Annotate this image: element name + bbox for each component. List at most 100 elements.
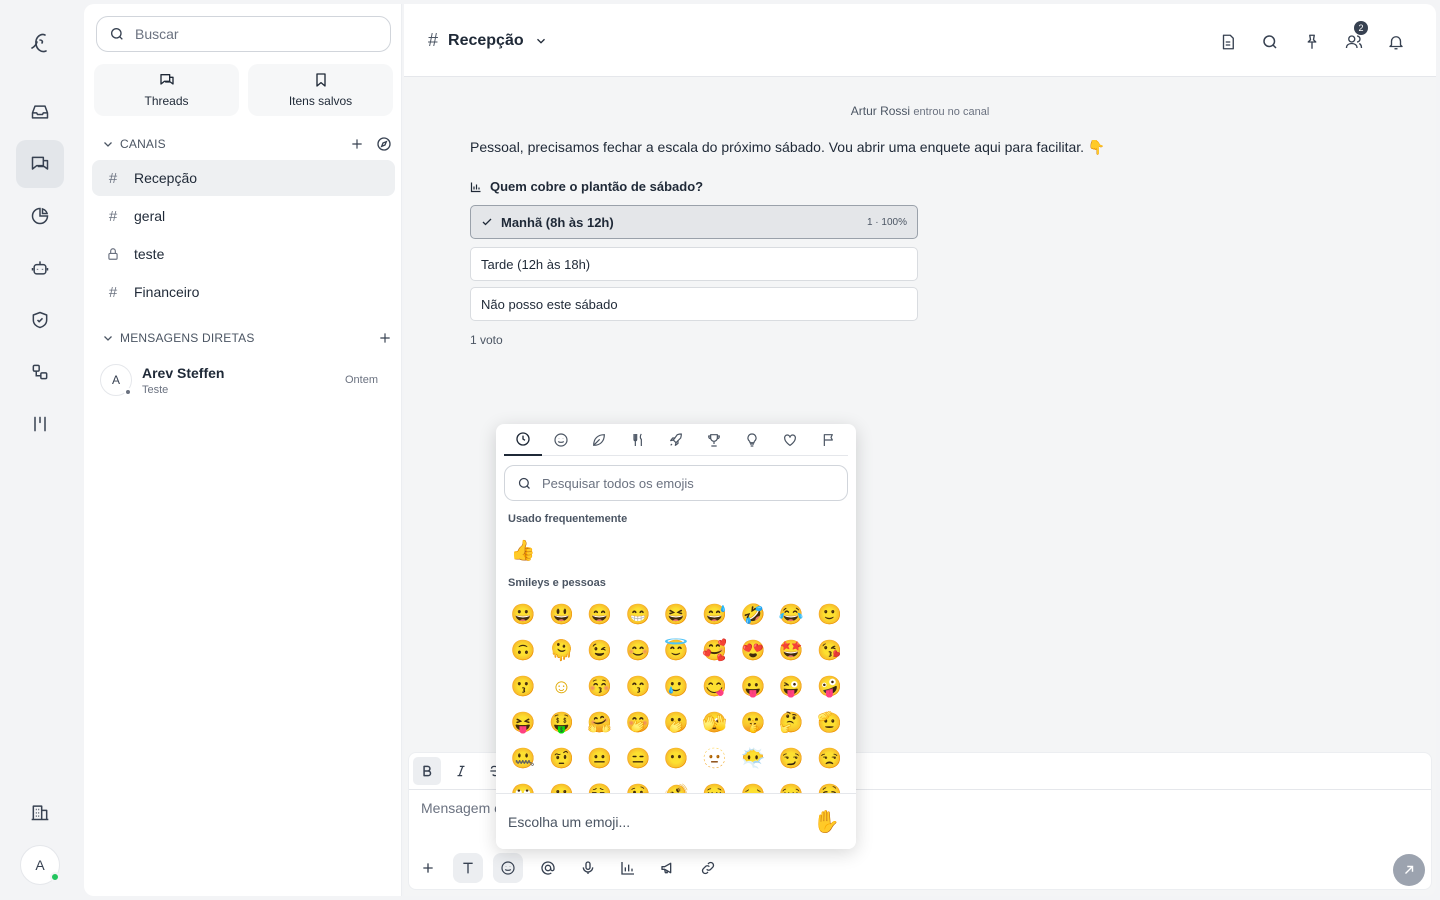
channel-item-teste[interactable]: teste xyxy=(92,236,395,272)
message-input[interactable]: Mensagem e xyxy=(421,800,502,816)
emoji-button[interactable]: 🤔 xyxy=(772,705,810,741)
emoji-button[interactable]: 🤐 xyxy=(504,741,542,777)
emoji-button[interactable]: 🥰 xyxy=(695,633,733,669)
poll-option[interactable]: Manhã (8h às 12h) 1 · 100% xyxy=(470,205,918,239)
smiley-icon[interactable] xyxy=(542,424,580,456)
emoji-button[interactable]: 😘 xyxy=(810,633,848,669)
chats-icon[interactable] xyxy=(16,140,64,188)
emoji-button[interactable]: 🙂 xyxy=(810,597,848,633)
emoji-button[interactable]: 👍 xyxy=(504,533,542,569)
emoji-button[interactable]: 🤪 xyxy=(810,669,848,705)
channel-item-financeiro[interactable]: # Financeiro xyxy=(92,274,395,310)
emoji-button[interactable]: 🫡 xyxy=(810,705,848,741)
emoji-button[interactable]: 😏 xyxy=(772,741,810,777)
send-button[interactable] xyxy=(1393,854,1425,886)
emoji-button[interactable]: 😇 xyxy=(657,633,695,669)
emoji-button[interactable]: 😚 xyxy=(581,669,619,705)
channel-item-geral[interactable]: # geral xyxy=(92,198,395,234)
emoji-button[interactable]: 😅 xyxy=(695,597,733,633)
rocket-icon[interactable] xyxy=(657,424,695,456)
integrations-icon[interactable] xyxy=(16,348,64,396)
search-input[interactable] xyxy=(135,26,375,42)
emoji-button[interactable]: 😮‍💨 xyxy=(581,777,619,793)
emoji-button[interactable]: 😌 xyxy=(695,777,733,793)
shield-icon[interactable] xyxy=(16,296,64,344)
channel-title[interactable]: # Recepção xyxy=(428,30,548,51)
threads-button[interactable]: Threads xyxy=(94,64,239,116)
emoji-search-input[interactable] xyxy=(542,475,832,491)
emoji-button[interactable]: 😄 xyxy=(581,597,619,633)
poll-option[interactable]: Não posso este sábado xyxy=(470,287,918,321)
bell-icon[interactable] xyxy=(1378,24,1414,60)
emoji-button[interactable]: 🤑 xyxy=(542,705,580,741)
emoji-button[interactable]: 😑 xyxy=(619,741,657,777)
flag-icon[interactable] xyxy=(810,424,848,456)
emoji-button[interactable]: 😒 xyxy=(810,741,848,777)
emoji-button[interactable]: 🤨 xyxy=(542,741,580,777)
files-icon[interactable] xyxy=(1210,24,1246,60)
microphone-icon[interactable] xyxy=(573,853,603,883)
pin-icon[interactable] xyxy=(1294,24,1330,60)
emoji-button[interactable]: 🤩 xyxy=(772,633,810,669)
emoji-icon[interactable] xyxy=(493,853,523,883)
emoji-button[interactable]: 🤫 xyxy=(734,705,772,741)
emoji-button[interactable]: 😔 xyxy=(734,777,772,793)
heart-icon[interactable] xyxy=(771,424,809,456)
emoji-button[interactable]: 😜 xyxy=(772,669,810,705)
channel-item-recepcao[interactable]: # Recepção xyxy=(92,160,395,196)
emoji-button[interactable]: 😂 xyxy=(772,597,810,633)
italic-icon[interactable] xyxy=(447,757,475,785)
link-icon[interactable] xyxy=(693,853,723,883)
recent-icon[interactable] xyxy=(504,424,543,456)
emoji-button[interactable]: 😝 xyxy=(504,705,542,741)
emoji-button[interactable]: 🙃 xyxy=(504,633,542,669)
sidebar-search[interactable] xyxy=(96,16,391,52)
emoji-button[interactable]: 😪 xyxy=(772,777,810,793)
add-channel-icon[interactable] xyxy=(350,137,364,151)
skin-tone-selector[interactable]: ✋ xyxy=(813,809,840,835)
lightbulb-icon[interactable] xyxy=(733,424,771,456)
emoji-button[interactable]: ☺ xyxy=(542,669,580,705)
emoji-button[interactable]: 🤭 xyxy=(619,705,657,741)
megaphone-icon[interactable] xyxy=(653,853,683,883)
emoji-button[interactable]: 😬 xyxy=(542,777,580,793)
compass-icon[interactable] xyxy=(376,136,392,152)
emoji-button[interactable]: 🤤 xyxy=(810,777,848,793)
emoji-button[interactable]: 🫢 xyxy=(657,705,695,741)
members-icon[interactable]: 2 xyxy=(1336,21,1372,60)
logo-icon[interactable] xyxy=(16,20,64,68)
emoji-button[interactable]: 😉 xyxy=(581,633,619,669)
emoji-button[interactable]: 😶 xyxy=(657,741,695,777)
emoji-button[interactable]: 🤗 xyxy=(581,705,619,741)
utensils-icon[interactable] xyxy=(619,424,657,456)
leaf-icon[interactable] xyxy=(580,424,618,456)
emoji-button[interactable]: 🤣 xyxy=(734,597,772,633)
emoji-button[interactable]: 🫠 xyxy=(542,633,580,669)
search-icon[interactable] xyxy=(1252,24,1288,60)
emoji-search[interactable] xyxy=(504,465,848,501)
poll-option[interactable]: Tarde (12h às 18h) xyxy=(470,247,918,281)
poll-icon[interactable] xyxy=(613,853,643,883)
direct-messages-section-header[interactable]: MENSAGENS DIRETAS xyxy=(102,328,392,348)
trophy-icon[interactable] xyxy=(695,424,733,456)
text-format-icon[interactable] xyxy=(453,853,483,883)
emoji-button[interactable]: 🤥 xyxy=(619,777,657,793)
bot-icon[interactable] xyxy=(16,244,64,292)
bold-icon[interactable] xyxy=(413,757,441,785)
emoji-button[interactable]: 😙 xyxy=(619,669,657,705)
inbox-icon[interactable] xyxy=(16,88,64,136)
pie-chart-icon[interactable] xyxy=(16,192,64,240)
emoji-button[interactable]: 😶‍🌫️ xyxy=(734,741,772,777)
user-avatar[interactable]: A xyxy=(20,845,60,885)
emoji-button[interactable]: 😆 xyxy=(657,597,695,633)
dm-item-arev-steffen[interactable]: A Arev Steffen Teste Ontem xyxy=(100,360,390,400)
building-icon[interactable] xyxy=(16,788,64,836)
channels-section-header[interactable]: CANAIS xyxy=(102,134,392,154)
emoji-button[interactable]: 🫥 xyxy=(695,741,733,777)
emoji-button[interactable]: 🫣 xyxy=(695,705,733,741)
kanban-icon[interactable] xyxy=(16,400,64,448)
emoji-button[interactable]: 😋 xyxy=(695,669,733,705)
emoji-button[interactable]: 😐 xyxy=(581,741,619,777)
plus-icon[interactable] xyxy=(413,853,443,883)
emoji-button[interactable]: 😍 xyxy=(734,633,772,669)
